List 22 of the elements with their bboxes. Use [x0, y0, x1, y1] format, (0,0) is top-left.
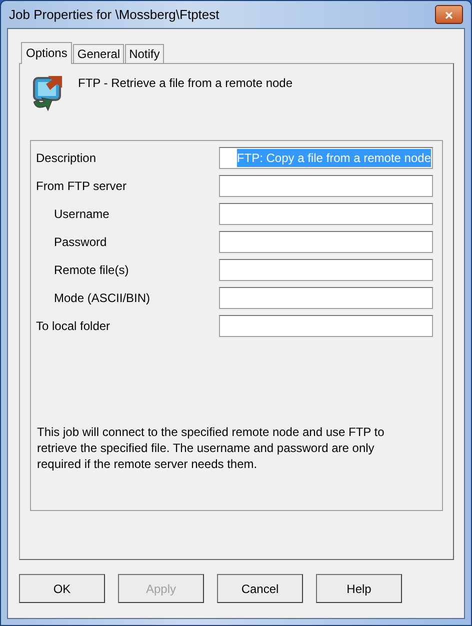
dialog-button[interactable]: Cancel	[217, 574, 303, 603]
tab[interactable]: Notify	[125, 44, 164, 63]
help-text: This job will connect to the specified remote node and use FTP to retrieve the specified file. The username and password are only required if the remote server needs them.	[36, 424, 386, 472]
job-type-heading: FTP - Retrieve a file from a remote node	[78, 75, 293, 92]
tab[interactable]: Options	[21, 42, 72, 64]
field-label: Description	[36, 150, 96, 167]
field-label: From FTP server	[36, 178, 126, 195]
tab[interactable]: General	[73, 44, 124, 63]
dialog-button[interactable]: OK	[19, 574, 105, 603]
input-field[interactable]	[219, 259, 433, 281]
input-field[interactable]	[219, 287, 433, 309]
input-field[interactable]	[219, 315, 433, 337]
field-label: Password	[53, 234, 107, 251]
input-field[interactable]	[219, 203, 433, 225]
field-label: To local folder	[36, 318, 110, 335]
field-label: Remote file(s)	[53, 262, 129, 279]
window-title: Job Properties for \Mossberg\Ftptest	[9, 6, 220, 24]
dialog-button[interactable]: Help	[316, 574, 402, 603]
input-field[interactable]	[219, 175, 433, 197]
field-label: Username	[53, 206, 110, 223]
field-label: Mode (ASCII/BIN)	[53, 290, 150, 307]
input-field[interactable]	[219, 231, 433, 253]
